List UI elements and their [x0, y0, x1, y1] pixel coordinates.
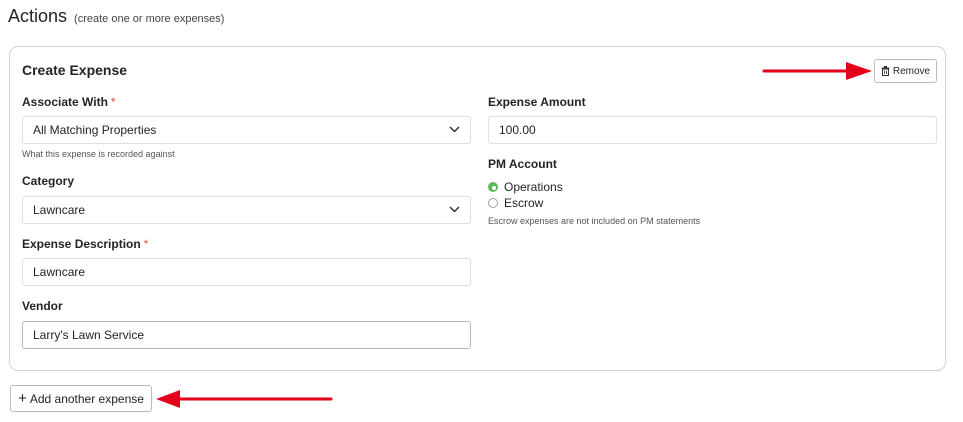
expense-amount-value: 100.00 — [499, 123, 536, 137]
radio-operations[interactable]: Operations — [488, 180, 563, 194]
add-another-expense-button[interactable]: + Add another expense — [10, 385, 152, 412]
pm-account-help: Escrow expenses are not included on PM s… — [488, 216, 701, 226]
associate-with-label-text: Associate With — [22, 95, 108, 109]
radio-checked-indicator[interactable] — [488, 182, 498, 192]
radio-escrow-label: Escrow — [504, 196, 544, 210]
page-heading: Actions (create one or more expenses) — [8, 6, 224, 27]
add-another-expense-label: Add another expense — [29, 391, 144, 406]
remove-label: Remove — [892, 65, 931, 77]
expense-amount-input[interactable]: 100.00 — [488, 116, 937, 144]
associate-with-value: All Matching Properties — [33, 123, 157, 137]
radio-escrow[interactable]: Escrow — [488, 196, 543, 210]
trash-icon — [881, 66, 890, 76]
expense-description-value: Lawncare — [33, 265, 86, 279]
remove-button[interactable]: Remove — [874, 59, 937, 83]
vendor-value: Larry's Lawn Service — [33, 328, 144, 342]
radio-unchecked-indicator[interactable] — [488, 198, 498, 208]
category-select[interactable]: Lawncare — [22, 196, 471, 224]
pm-account-label: PM Account — [488, 157, 557, 171]
radio-operations-label: Operations — [504, 180, 563, 194]
associate-with-select[interactable]: All Matching Properties — [22, 116, 471, 144]
red-arrow-annotation — [156, 390, 333, 408]
category-label: Category — [22, 174, 75, 188]
vendor-input[interactable]: Larry's Lawn Service — [22, 321, 471, 349]
card-title: Create Expense — [22, 62, 128, 78]
chevron-down-icon — [449, 206, 460, 213]
required-mark: * — [143, 237, 149, 251]
associate-with-help: What this expense is recorded against — [22, 149, 175, 159]
red-arrow-annotation — [762, 62, 872, 80]
required-mark: * — [110, 95, 116, 109]
page-subtitle: (create one or more expenses) — [74, 13, 225, 25]
associate-with-label: Associate With * — [22, 95, 116, 109]
plus-icon: + — [18, 390, 27, 407]
page-title: Actions — [8, 6, 68, 26]
chevron-down-icon — [449, 126, 460, 133]
create-expense-card: Create Expense Remove Associate With * Al… — [9, 46, 946, 371]
expense-description-label-text: Expense Description — [22, 237, 141, 251]
expense-description-label: Expense Description * — [22, 237, 148, 251]
vendor-label: Vendor — [22, 299, 63, 313]
category-value: Lawncare — [33, 203, 86, 217]
expense-description-input[interactable]: Lawncare — [22, 258, 471, 286]
expense-amount-label: Expense Amount — [488, 95, 586, 109]
